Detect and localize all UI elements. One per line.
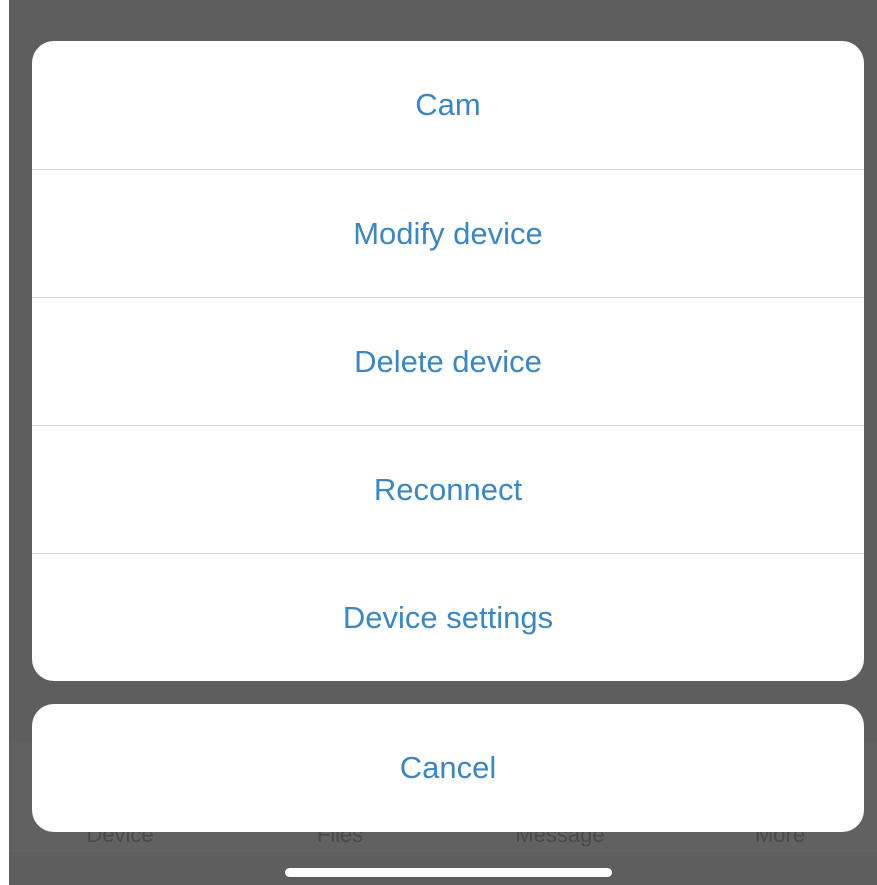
cam-button[interactable]: Cam	[32, 41, 864, 169]
home-indicator[interactable]	[285, 868, 612, 877]
reconnect-button[interactable]: Reconnect	[32, 425, 864, 553]
device-settings-button[interactable]: Device settings	[32, 553, 864, 681]
cancel-sheet: Cancel	[32, 704, 864, 832]
delete-device-button[interactable]: Delete device	[32, 297, 864, 425]
cancel-button[interactable]: Cancel	[32, 704, 864, 832]
action-sheet: Cam Modify device Delete device Reconnec…	[32, 41, 864, 681]
screen-edge	[0, 0, 9, 885]
modify-device-button[interactable]: Modify device	[32, 169, 864, 297]
